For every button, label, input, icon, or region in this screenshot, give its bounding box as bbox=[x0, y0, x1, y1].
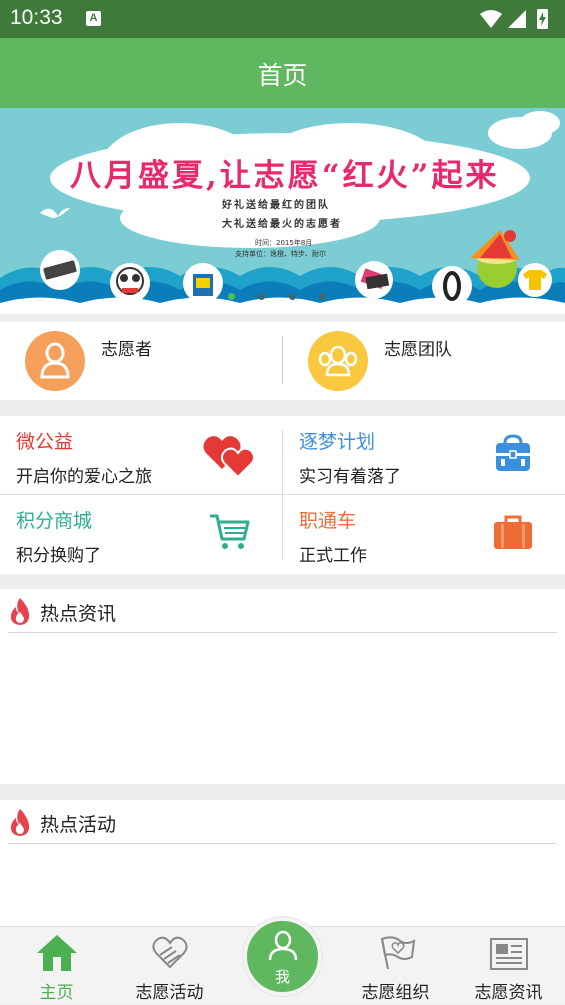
banner-time: 时间：2015年8月 bbox=[255, 239, 313, 247]
hot-activity-section: 热点活动 bbox=[0, 800, 565, 930]
section-header: 热点活动 bbox=[8, 808, 557, 844]
carousel-dot[interactable] bbox=[258, 293, 265, 300]
volunteer-label: 志愿者 bbox=[101, 340, 152, 360]
grid-item-title: 职通车 bbox=[299, 510, 357, 532]
grid-item-subtitle: 开启你的爱心之旅 bbox=[16, 467, 152, 487]
grid-item-title: 微公益 bbox=[16, 431, 74, 453]
banner-line-2: 大礼送给最火的志愿者 bbox=[222, 219, 342, 230]
carousel-dot[interactable] bbox=[289, 293, 296, 300]
volunteer-button[interactable]: 志愿者 bbox=[0, 322, 282, 400]
status-icons bbox=[478, 8, 553, 30]
grid-item-subtitle: 积分换购了 bbox=[16, 546, 101, 566]
backpack-icon bbox=[496, 434, 530, 471]
grid-item-micro-charity[interactable]: 微公益 开启你的爱心之旅 bbox=[0, 416, 282, 495]
person-icon bbox=[268, 930, 298, 961]
grid-item-subtitle: 实习有着落了 bbox=[299, 467, 401, 487]
volunteer-team-label: 志愿团队 bbox=[384, 340, 452, 360]
tab-label: 志愿组织 bbox=[361, 983, 430, 1003]
briefcase-icon bbox=[494, 515, 532, 549]
volunteer-team-button[interactable]: 志愿团队 bbox=[283, 322, 565, 400]
banner-sponsor: 支持单位：逸橙、特步、耐尔 bbox=[235, 250, 326, 258]
newspaper-icon bbox=[489, 938, 528, 970]
banner-headline: 八月盛夏,让志愿“红火”起来 bbox=[70, 158, 500, 194]
divider bbox=[282, 430, 283, 560]
grid-item-points-mall[interactable]: 积分商城 积分换购了 bbox=[0, 495, 282, 574]
hearts-icon bbox=[203, 436, 256, 479]
tab-volunteer-activity[interactable]: 志愿活动 bbox=[113, 927, 226, 1005]
fire-icon bbox=[10, 809, 30, 836]
banner-artwork bbox=[0, 111, 565, 314]
tab-me-button[interactable]: 我 bbox=[243, 917, 322, 996]
section-title: 热点资讯 bbox=[40, 603, 117, 625]
grid-item-subtitle: 正式工作 bbox=[299, 546, 367, 566]
person-icon bbox=[25, 331, 85, 391]
cart-icon bbox=[210, 514, 250, 549]
hand-heart-icon bbox=[151, 936, 188, 969]
tab-label: 主页 bbox=[39, 983, 74, 1003]
tab-label: 志愿资讯 bbox=[474, 983, 543, 1003]
tab-label: 我 bbox=[274, 968, 290, 986]
banner-carousel[interactable]: 八月盛夏,让志愿“红火”起来 好礼送给最红的团队 大礼送给最火的志愿者 时间：2… bbox=[0, 108, 565, 314]
tab-label: 志愿活动 bbox=[135, 983, 204, 1003]
hot-news-section: 热点资讯 bbox=[0, 589, 565, 784]
volunteer-section: 志愿者 志愿团队 bbox=[0, 322, 565, 400]
section-title: 热点活动 bbox=[40, 814, 117, 836]
signal-battery-icons bbox=[480, 9, 548, 29]
group-icon bbox=[308, 331, 368, 391]
home-icon bbox=[36, 935, 77, 971]
tab-volunteer-news[interactable]: 志愿资讯 bbox=[452, 927, 565, 1005]
feature-grid: 微公益 开启你的爱心之旅 逐梦计划 实习有着落了 积分商城 积分换购了 职通车 … bbox=[0, 416, 565, 574]
page-title: 首页 bbox=[257, 61, 308, 90]
app-bar: 首页 bbox=[0, 38, 565, 108]
tab-home[interactable]: 主页 bbox=[0, 927, 113, 1005]
carousel-dot[interactable] bbox=[319, 293, 326, 300]
flag-icon bbox=[380, 936, 415, 970]
grid-item-dream-plan[interactable]: 逐梦计划 实习有着落了 bbox=[283, 416, 565, 495]
status-bar: 10:33 A bbox=[0, 0, 565, 38]
tab-volunteer-org[interactable]: 志愿组织 bbox=[339, 927, 452, 1005]
grid-item-job-express[interactable]: 职通车 正式工作 bbox=[283, 495, 565, 574]
notification-icon: A bbox=[86, 11, 101, 26]
grid-item-title: 积分商城 bbox=[16, 510, 93, 532]
status-time: 10:33 bbox=[10, 6, 63, 29]
carousel-dot[interactable] bbox=[228, 293, 235, 300]
grid-item-title: 逐梦计划 bbox=[299, 431, 376, 453]
section-header: 热点资讯 bbox=[8, 597, 557, 633]
fire-icon bbox=[10, 598, 30, 625]
banner-line-1: 好礼送给最红的团队 bbox=[222, 200, 330, 211]
